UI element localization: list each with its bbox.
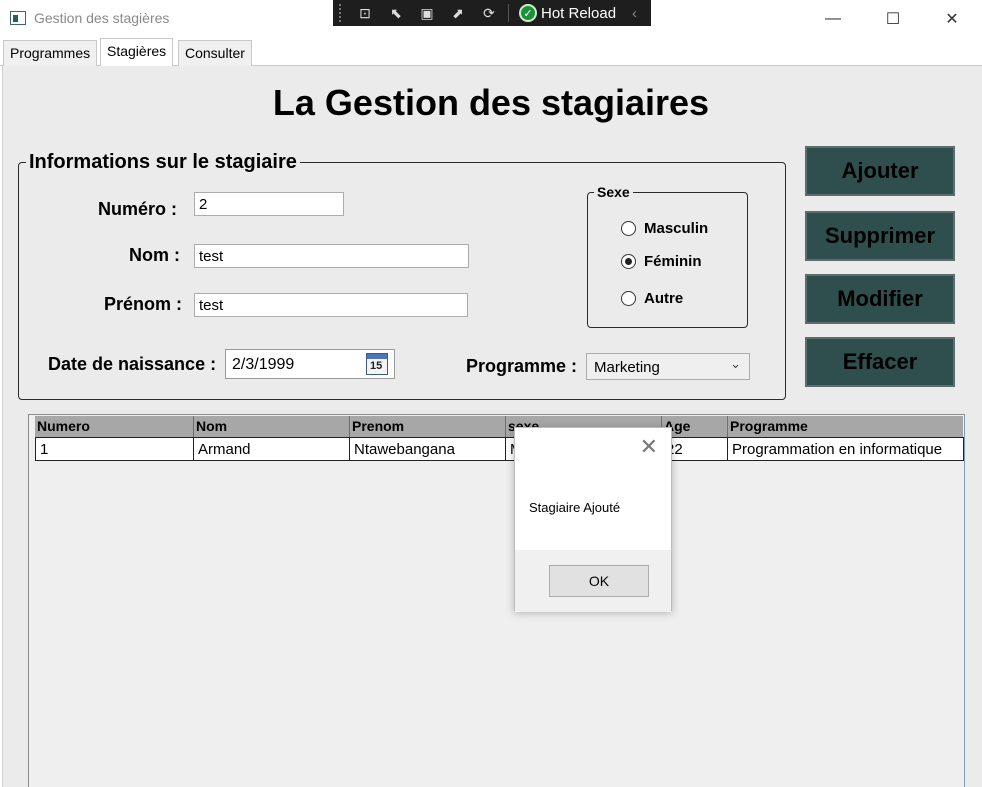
maximize-button[interactable]: ☐ [870,4,916,34]
toolbar-grip-icon[interactable] [339,4,345,22]
ajouter-button[interactable]: Ajouter [805,146,955,196]
message-text: Stagiaire Ajouté [529,500,621,515]
date-naissance-value[interactable]: 2/3/1999 [232,356,294,374]
binding-failures-icon[interactable]: ⟳ [478,4,500,22]
tab-strip: Programmes Stagières Consulter [0,38,982,67]
radio-masculin-circle[interactable] [621,221,636,236]
column-header-numero[interactable]: Numero [35,416,193,437]
numero-label: Numéro : [98,199,178,219]
tab-stagieres[interactable]: Stagières [100,38,174,67]
programme-label: Programme : [466,356,578,376]
cell-numero[interactable]: 1 [36,438,193,460]
column-header-nom[interactable]: Nom [193,416,349,437]
radio-feminin-label[interactable]: Féminin [644,253,702,270]
table-row[interactable]: 1 Armand Ntawebangana M 22 Programmation… [35,437,964,461]
track-focus-icon[interactable]: ⬈ [447,4,469,22]
prenom-label: Prénom : [104,294,183,314]
nom-label: Nom : [129,245,180,265]
minimize-button[interactable]: — [810,4,856,34]
grid-header: Numero Nom Prenom sexe Age Programme [35,416,963,437]
layout-adorner-icon[interactable]: ▣ [416,4,438,22]
app-icon [10,11,26,25]
tab-consulter[interactable]: Consulter [178,40,252,66]
radio-autre-label[interactable]: Autre [644,290,683,307]
hot-reload-toolbar: ⊡ ⬉ ▣ ⬈ ⟳ ✓ Hot Reload ‹ [333,0,651,26]
column-header-programme[interactable]: Programme [727,416,963,437]
pointer-icon[interactable]: ⬉ [385,4,407,22]
modifier-button[interactable]: Modifier [805,274,955,324]
tab-programmes[interactable]: Programmes [3,40,98,66]
select-element-icon[interactable]: ⊡ [354,4,376,22]
dialog-footer: OK [515,550,671,612]
date-naissance-picker[interactable]: 2/3/1999 15 [225,349,395,379]
nom-field[interactable] [194,244,469,268]
chevron-down-icon[interactable]: ⌄ [730,356,741,372]
radio-masculin[interactable]: Masculin [621,220,708,237]
date-naissance-label: Date de naissance : [48,354,217,374]
radio-masculin-label[interactable]: Masculin [644,220,708,237]
calendar-day-number: 15 [370,360,383,372]
cell-programme[interactable]: Programmation en informatique [727,438,963,460]
supprimer-button[interactable]: Supprimer [805,211,955,261]
toolbar-separator [508,4,509,22]
info-group-title: Informations sur le stagiaire [26,151,300,174]
ok-button[interactable]: OK [549,565,649,597]
programme-selected-value[interactable]: Marketing [594,359,660,376]
window-title: Gestion des stagières [34,10,170,26]
programme-select[interactable]: Marketing ⌄ [586,353,750,380]
page-title: La Gestion des stagiaires [272,82,710,123]
sexe-group-title: Sexe [594,184,633,200]
hot-reload-label[interactable]: Hot Reload [541,5,616,22]
prenom-field[interactable] [194,293,468,317]
stagiaires-grid[interactable] [28,414,965,787]
radio-feminin-circle[interactable] [621,254,636,269]
radio-autre-circle[interactable] [621,291,636,306]
effacer-button[interactable]: Effacer [805,337,955,387]
cell-prenom[interactable]: Ntawebangana [349,438,505,460]
numero-field[interactable] [194,192,344,216]
calendar-icon[interactable]: 15 [366,353,388,375]
cell-nom[interactable]: Armand [193,438,349,460]
hot-reload-check-icon: ✓ [519,4,537,22]
collapse-chevron-icon[interactable]: ‹ [632,5,637,22]
close-icon[interactable]: ✕ [640,434,658,460]
radio-autre[interactable]: Autre [621,290,683,307]
close-button[interactable]: ✕ [929,4,975,34]
message-dialog: ✕ Stagiaire Ajouté OK [514,427,672,612]
column-header-prenom[interactable]: Prenom [349,416,505,437]
radio-feminin[interactable]: Féminin [621,253,702,270]
